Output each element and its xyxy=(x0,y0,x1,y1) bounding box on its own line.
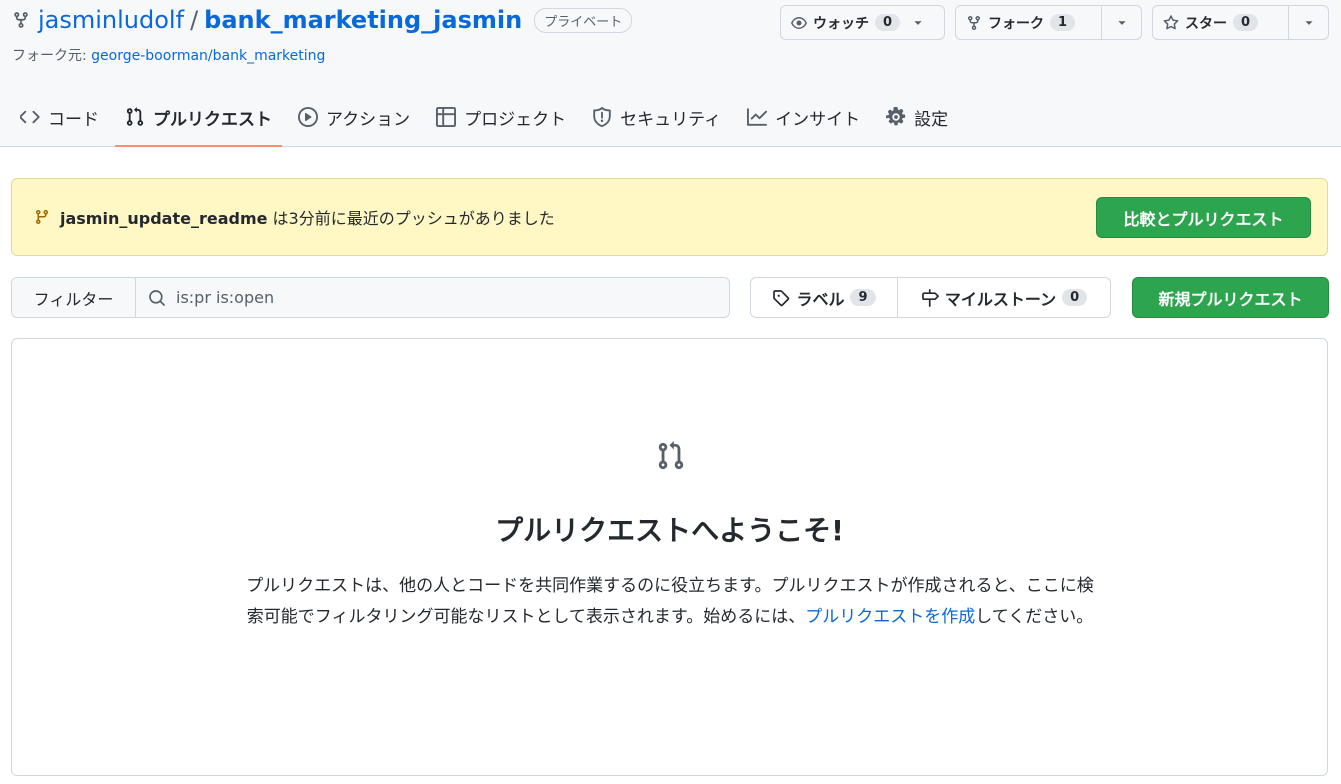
tab-security[interactable]: セキュリティ xyxy=(582,88,731,146)
tag-icon xyxy=(772,289,790,307)
tab-actions[interactable]: アクション xyxy=(288,88,420,146)
fork-main[interactable]: フォーク 1 xyxy=(956,6,1101,39)
star-icon xyxy=(1163,14,1179,31)
create-pull-request-link[interactable]: プルリクエストを作成 xyxy=(805,607,975,627)
milestones-label: マイルストーン xyxy=(944,289,1057,309)
tab-pull-requests[interactable]: プルリクエスト xyxy=(115,88,282,147)
git-pull-request-icon xyxy=(125,107,145,127)
filter-bar: フィルター ラベル 9 マイルストーン 0 新規プルリクエスト xyxy=(11,277,1329,318)
triangle-down-icon xyxy=(1301,15,1317,31)
repo-forked-icon xyxy=(966,15,982,31)
blankslate-suffix: してください。 xyxy=(975,607,1094,627)
push-message: は3分前に最近のプッシュがありました xyxy=(267,209,555,228)
repo-title: jasminludolf / bank_marketing_jasmin プライ… xyxy=(12,6,633,34)
fork-source: フォーク元: george-boorman/bank_marketing xyxy=(12,45,325,65)
tab-projects[interactable]: プロジェクト xyxy=(426,88,576,146)
watch-count: 0 xyxy=(875,14,901,31)
tab-code[interactable]: コード xyxy=(10,88,109,146)
blankslate: プルリクエストへようこそ! プルリクエストは、他の人とコードを共同作業するのに役… xyxy=(11,338,1328,776)
tab-label: コード xyxy=(48,109,99,130)
tab-label: セキュリティ xyxy=(620,109,722,130)
repo-actions: ウォッチ 0 フォーク 1 スター 0 xyxy=(780,5,1329,40)
triangle-down-icon xyxy=(910,15,926,31)
milestones-count: 0 xyxy=(1062,289,1088,306)
table-icon xyxy=(436,107,457,127)
search-field[interactable] xyxy=(136,278,729,317)
filter-group: フィルター xyxy=(11,277,730,318)
graph-icon xyxy=(747,107,768,127)
repo-header: jasminludolf / bank_marketing_jasmin プライ… xyxy=(0,0,1341,147)
milestone-icon xyxy=(921,288,939,307)
fork-count: 1 xyxy=(1050,14,1076,31)
visibility-badge: プライベート xyxy=(534,7,633,33)
git-branch-icon xyxy=(34,209,50,225)
eye-icon xyxy=(791,15,807,31)
star-button[interactable]: スター 0 xyxy=(1152,5,1329,40)
labels-count: 9 xyxy=(850,289,876,306)
repo-name-link[interactable]: bank_marketing_jasmin xyxy=(204,6,522,34)
play-icon xyxy=(298,107,318,127)
tab-label: アクション xyxy=(326,109,411,130)
tab-label: プロジェクト xyxy=(464,109,567,130)
star-main[interactable]: スター 0 xyxy=(1153,6,1288,39)
compare-pull-request-button[interactable]: 比較とプルリクエスト xyxy=(1096,197,1311,238)
star-dropdown[interactable] xyxy=(1288,6,1328,39)
filters-button[interactable]: フィルター xyxy=(12,278,136,317)
watch-dropdown[interactable] xyxy=(910,6,936,39)
shield-icon xyxy=(592,107,612,127)
watch-button[interactable]: ウォッチ 0 xyxy=(780,5,945,40)
recent-push-text: jasmin_update_readme は3分前に最近のプッシュがありました xyxy=(60,205,555,229)
fork-source-link[interactable]: george-boorman/bank_marketing xyxy=(91,48,325,64)
labels-milestones: ラベル 9 マイルストーン 0 xyxy=(750,277,1111,318)
star-count: 0 xyxy=(1233,14,1259,31)
blankslate-description: プルリクエストは、他の人とコードを共同作業するのに役立ちます。プルリクエストが作… xyxy=(240,571,1100,633)
gear-icon xyxy=(886,107,906,127)
tab-label: インサイト xyxy=(775,109,861,130)
triangle-down-icon xyxy=(1114,15,1130,31)
repo-owner-link[interactable]: jasminludolf xyxy=(38,6,184,34)
code-icon xyxy=(20,107,40,127)
tab-insights[interactable]: インサイト xyxy=(737,88,870,146)
labels-label: ラベル xyxy=(796,289,845,309)
watch-main[interactable]: ウォッチ 0 xyxy=(781,6,910,39)
fork-label: フォーク xyxy=(988,15,1044,32)
repo-forked-icon xyxy=(12,11,30,29)
repo-nav: コード プルリクエスト アクション プロジェクト セキュリティ インサイト 設定 xyxy=(10,88,964,147)
fork-button[interactable]: フォーク 1 xyxy=(955,5,1142,40)
tab-label: 設定 xyxy=(914,109,949,130)
watch-label: ウォッチ xyxy=(813,15,869,32)
git-pull-request-icon xyxy=(656,441,686,471)
milestones-button[interactable]: マイルストーン 0 xyxy=(898,278,1110,317)
star-label: スター xyxy=(1185,15,1227,32)
repo-separator: / xyxy=(190,6,199,34)
search-input[interactable] xyxy=(176,288,676,307)
search-icon xyxy=(148,289,166,307)
tab-settings[interactable]: 設定 xyxy=(876,88,958,146)
new-pull-request-button[interactable]: 新規プルリクエスト xyxy=(1132,277,1329,318)
tab-label: プルリクエスト xyxy=(153,109,272,130)
fork-source-prefix: フォーク元: xyxy=(12,48,92,64)
labels-button[interactable]: ラベル 9 xyxy=(751,278,898,317)
recent-push-banner: jasmin_update_readme は3分前に最近のプッシュがありました … xyxy=(11,178,1328,256)
branch-name[interactable]: jasmin_update_readme xyxy=(60,209,267,228)
fork-dropdown[interactable] xyxy=(1101,6,1141,39)
blankslate-title: プルリクエストへようこそ! xyxy=(495,514,844,547)
